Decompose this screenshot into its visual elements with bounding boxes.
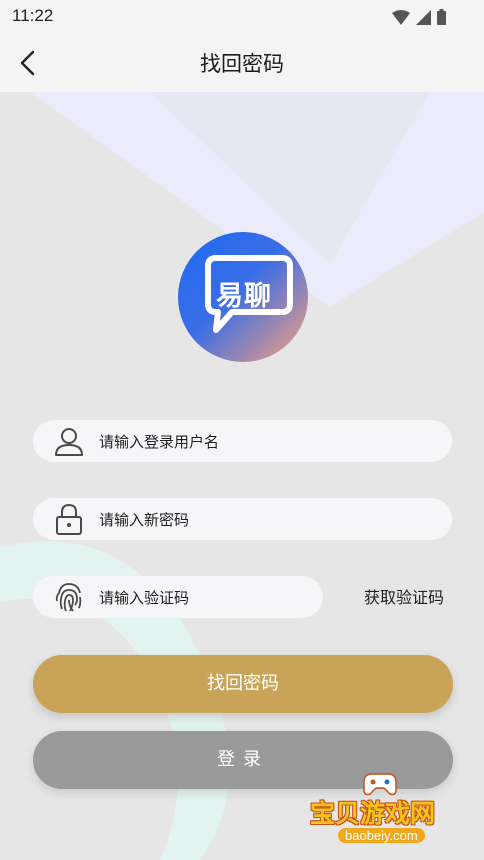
verification-code-field[interactable]: 请输入验证码	[33, 576, 323, 618]
main-content: 易聊 请输入登录用户名 请输入新密码 请输入验证码 获取验证码 找回密码 登录	[0, 92, 484, 860]
get-code-button[interactable]: 获取验证码	[364, 584, 444, 608]
battery-icon	[437, 9, 446, 25]
fingerprint-icon	[55, 583, 82, 612]
recover-password-button[interactable]: 找回密码	[33, 655, 453, 713]
app-logo: 易聊	[178, 232, 308, 362]
verification-code-placeholder: 请输入验证码	[99, 589, 190, 607]
logo-text: 易聊	[216, 281, 272, 312]
signal-icon	[416, 10, 431, 25]
page-title: 找回密码	[200, 52, 284, 76]
app-bar: 找回密码	[0, 34, 484, 92]
watermark: 宝贝游戏网 baobeiy.com	[308, 772, 458, 852]
new-password-placeholder: 请输入新密码	[99, 511, 190, 529]
status-bar: 11:22	[0, 0, 484, 34]
watermark-title: 宝贝游戏网	[310, 799, 436, 828]
new-password-field[interactable]: 请输入新密码	[33, 498, 452, 540]
status-time: 11:22	[12, 6, 54, 25]
wifi-icon	[392, 10, 410, 25]
username-placeholder: 请输入登录用户名	[99, 433, 220, 451]
lock-icon	[56, 503, 82, 535]
system-icons	[392, 9, 446, 25]
username-field[interactable]: 请输入登录用户名	[33, 420, 452, 462]
user-icon	[55, 428, 83, 456]
watermark-site: baobeiy.com	[338, 828, 425, 843]
